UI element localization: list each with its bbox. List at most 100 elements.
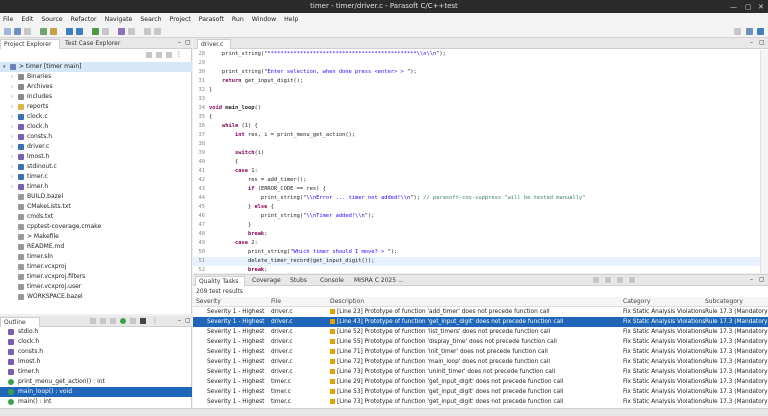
collapse-all-icon[interactable] xyxy=(146,52,152,58)
outline-item[interactable]: stdio.h xyxy=(0,327,192,337)
menu-file[interactable]: File xyxy=(3,16,13,23)
col-severity[interactable]: Severity xyxy=(196,298,221,305)
outline-item[interactable]: timer.h xyxy=(0,367,192,377)
task-row[interactable]: Severity 1 - Highest driver.c [Line 72] Pr… xyxy=(193,357,768,367)
task-row[interactable]: Severity 1 - Highest timer.c [Line 29] Pro… xyxy=(193,377,768,387)
expand-arrow-icon[interactable]: › xyxy=(11,142,13,152)
explorer-item[interactable]: timer.sln xyxy=(0,252,192,262)
new-icon[interactable] xyxy=(4,28,11,35)
explorer-item[interactable]: timer.vcxproj.filters xyxy=(0,272,192,282)
hide-static-icon[interactable] xyxy=(110,318,116,324)
perspective-icon[interactable] xyxy=(734,28,741,35)
outline-minimize-icon[interactable]: – xyxy=(178,317,181,324)
tab-coverage[interactable]: Coverage xyxy=(249,276,285,286)
expand-arrow-icon[interactable]: › xyxy=(11,112,13,122)
save-icon[interactable] xyxy=(14,28,21,35)
explorer-item[interactable]: cmds.txt xyxy=(0,212,192,222)
group-macros-icon[interactable] xyxy=(140,318,146,324)
tab-project-explorer[interactable]: Project Explorer xyxy=(0,39,60,49)
menu-help[interactable]: Help xyxy=(284,16,298,23)
hide-fields-icon[interactable] xyxy=(100,318,106,324)
menu-run[interactable]: Run xyxy=(232,16,244,23)
menu-window[interactable]: Window xyxy=(252,16,276,23)
group-includes-icon[interactable] xyxy=(130,318,136,324)
explorer-item[interactable]: CMakeLists.txt xyxy=(0,202,192,212)
expand-arrow-icon[interactable]: › xyxy=(11,132,13,142)
run-icon[interactable] xyxy=(92,28,99,35)
expand-arrow-icon[interactable]: › xyxy=(11,172,13,182)
col-category[interactable]: Category xyxy=(623,298,650,305)
task-row[interactable]: Severity 1 - Highest driver.c [Line 52] Pr… xyxy=(193,327,768,337)
forward-icon[interactable] xyxy=(154,28,161,35)
cpp-perspective-icon[interactable] xyxy=(746,28,753,35)
expand-arrow-icon[interactable]: ▾ xyxy=(3,62,6,72)
expand-arrow-icon[interactable]: › xyxy=(11,182,13,192)
explorer-item[interactable]: › Archives xyxy=(0,82,192,92)
explorer-item[interactable]: README.md xyxy=(0,242,192,252)
task-row[interactable]: Severity 1 - Highest driver.c [Line 55] Pr… xyxy=(193,337,768,347)
group-tasks-icon[interactable] xyxy=(605,277,611,283)
expand-arrow-icon[interactable]: › xyxy=(11,162,13,172)
tab-stubs[interactable]: Stubs xyxy=(287,276,315,286)
tab-test-case-explorer[interactable]: Test Case Explorer xyxy=(62,39,126,49)
expand-arrow-icon[interactable]: › xyxy=(11,92,13,102)
expand-arrow-icon[interactable]: › xyxy=(11,122,13,132)
menu-search[interactable]: Search xyxy=(140,16,161,23)
explorer-item[interactable]: cpptest-coverage.cmake xyxy=(0,222,192,232)
expand-arrow-icon[interactable]: › xyxy=(11,152,13,162)
hide-nonpublic-icon[interactable] xyxy=(120,318,126,324)
tab-quality-tasks[interactable]: Quality Tasks xyxy=(195,276,245,286)
explorer-item[interactable]: › timer.h xyxy=(0,182,192,192)
open-type-icon[interactable] xyxy=(118,28,125,35)
outline-item[interactable]: main() : int xyxy=(0,397,192,407)
tasks-maximize-icon[interactable]: ▢ xyxy=(759,276,765,283)
menu-project[interactable]: Project xyxy=(170,16,191,23)
explorer-item[interactable]: › driver.c xyxy=(0,142,192,152)
outline-item[interactable]: clock.h xyxy=(0,337,192,347)
explorer-item[interactable]: ▾ > timer [timer main] xyxy=(0,62,192,72)
explorer-item[interactable]: › lmost.h xyxy=(0,152,192,162)
minimize-view-icon[interactable]: – xyxy=(178,39,181,46)
editor-minimize-icon[interactable]: – xyxy=(750,39,753,46)
view-menu-icon[interactable]: ⋮ xyxy=(176,51,182,58)
task-row[interactable]: Severity 1 - Highest driver.c [Line 23] Pr… xyxy=(193,307,768,317)
filter-icon[interactable] xyxy=(166,52,172,58)
test-icon[interactable] xyxy=(76,28,83,35)
explorer-item[interactable]: › reports xyxy=(0,102,192,112)
editor-overview-ruler[interactable] xyxy=(760,50,768,273)
refresh-tasks-icon[interactable] xyxy=(629,277,635,283)
search-icon[interactable] xyxy=(128,28,135,35)
explorer-item[interactable]: WORKSPACE.bazel xyxy=(0,292,192,302)
menu-source[interactable]: Source xyxy=(41,16,62,23)
task-row[interactable]: Severity 1 - Highest timer.c [Line 53] Pro… xyxy=(193,387,768,397)
minimize-icon[interactable]: — xyxy=(730,3,737,11)
outline-menu-icon[interactable]: ⋮ xyxy=(152,317,158,324)
debug-icon[interactable] xyxy=(50,28,57,35)
tab-console[interactable]: Console xyxy=(317,276,349,286)
task-row[interactable]: Severity 1 - Highest driver.c [Line 71] Pr… xyxy=(193,347,768,357)
parasoft-run-icon[interactable] xyxy=(66,28,73,35)
menu-refactor[interactable]: Refactor xyxy=(71,16,97,23)
menu-navigate[interactable]: Navigate xyxy=(105,16,133,23)
col-description[interactable]: Description xyxy=(330,298,364,305)
outline-maximize-icon[interactable]: ▢ xyxy=(185,317,191,324)
expand-tasks-icon[interactable] xyxy=(617,277,623,283)
outline-item[interactable]: print_menu_get_action() : int xyxy=(0,377,192,387)
tab-driver-c[interactable]: driver.c xyxy=(197,39,231,49)
back-icon[interactable] xyxy=(144,28,151,35)
outline-item[interactable]: lmost.h xyxy=(0,357,192,367)
explorer-item[interactable]: › stdinout.c xyxy=(0,162,192,172)
explorer-item[interactable]: BUILD.bazel xyxy=(0,192,192,202)
filter-tasks-icon[interactable] xyxy=(593,277,599,283)
save-all-icon[interactable] xyxy=(24,28,31,35)
editor-maximize-icon[interactable]: ▢ xyxy=(759,39,765,46)
col-subcategory[interactable]: Subcategory xyxy=(705,298,743,305)
task-row[interactable]: Severity 1 - Highest driver.c [Line 43] Pr… xyxy=(193,317,768,327)
tab-outline[interactable]: Outline xyxy=(0,317,40,327)
build-icon[interactable] xyxy=(40,28,47,35)
sort-icon[interactable] xyxy=(90,318,96,324)
maximize-icon[interactable]: ▢ xyxy=(745,3,752,11)
explorer-item[interactable]: › clock.c xyxy=(0,112,192,122)
col-file[interactable]: File xyxy=(271,298,281,305)
outline-item[interactable]: main_loop() : void xyxy=(0,387,192,397)
